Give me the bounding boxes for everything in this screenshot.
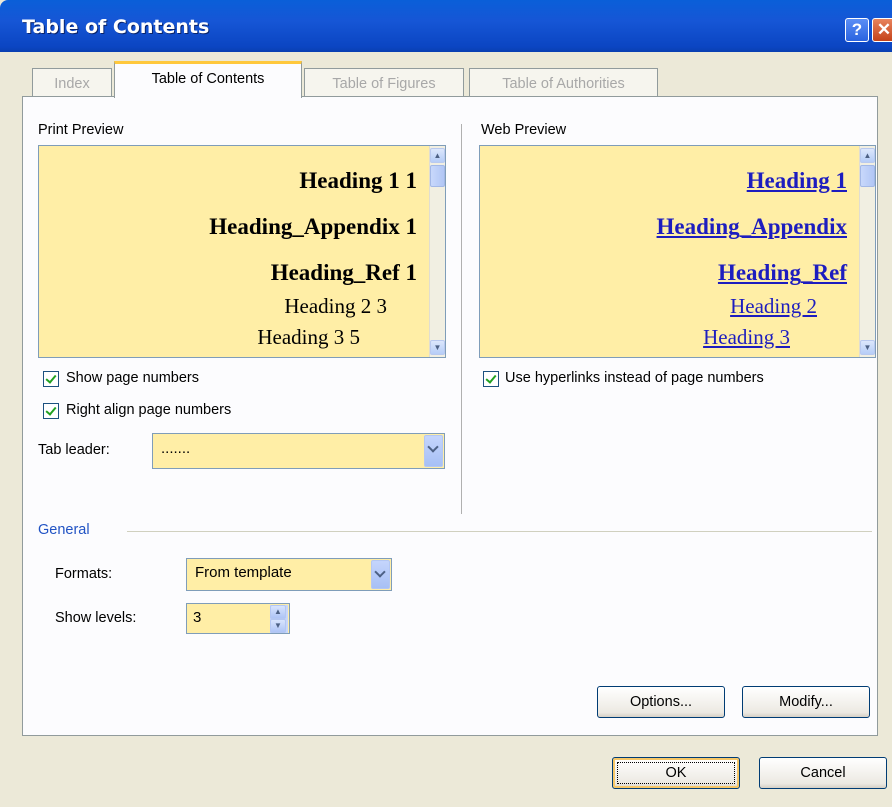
options-button[interactable]: Options... [597,686,725,718]
web-preview-box[interactable]: Heading 1 Heading_Appendix Heading_Ref H… [479,145,876,358]
tab-table-of-contents[interactable]: Table of Contents [114,61,302,98]
spin-up-icon[interactable]: ▲ [270,605,286,619]
use-hyperlinks-label[interactable]: Use hyperlinks instead of page numbers [505,370,764,386]
web-preview-link[interactable]: Heading 1 [747,168,847,194]
options-button-label: Options... [629,694,693,710]
print-preview-line: Heading_Ref 1 [270,260,417,285]
group-divider [127,531,872,532]
spin-buttons[interactable]: ▲ ▼ [270,605,288,633]
tab-table-of-contents-label: Table of Contents [151,71,265,87]
cancel-button-label: Cancel [800,765,846,781]
print-preview-line: Heading_Appendix 1 [209,214,417,239]
tab-table-of-authorities[interactable]: Table of Authorities [469,68,658,98]
general-group-label: General [38,522,90,538]
formats-combo[interactable]: From template [186,558,392,591]
ok-button[interactable]: OK [612,757,740,789]
scroll-down-arrow-icon[interactable]: ▼ [430,340,445,355]
print-preview-line: Heading 1 1 [299,168,417,193]
print-preview-label: Print Preview [38,122,124,138]
show-levels-spinner[interactable]: 3 ▲ ▼ [186,603,290,634]
web-preview-scrollbar[interactable]: ▲ ▼ [859,146,875,357]
table-of-contents-dialog: Table of Contents ? ✕ Index Table of Con… [0,0,892,807]
scroll-thumb[interactable] [860,165,875,187]
print-preview-scrollbar[interactable]: ▲ ▼ [429,146,445,357]
scroll-thumb[interactable] [430,165,445,187]
print-preview-line: Heading 3 5 [257,325,360,349]
tab-index-label: Index [54,76,90,92]
cancel-button[interactable]: Cancel [759,757,887,789]
window-title: Table of Contents [22,16,210,38]
use-hyperlinks-checkbox[interactable] [483,371,499,387]
tab-leader-label: Tab leader: [38,442,110,458]
web-preview-link[interactable]: Heading 3 [703,325,790,350]
chevron-down-icon[interactable] [371,560,390,589]
tab-leader-value: ....... [161,440,191,457]
chevron-down-icon[interactable] [424,435,443,467]
tab-table-of-authorities-label: Table of Authorities [502,76,625,92]
web-preview-link[interactable]: Heading_Appendix [657,214,847,240]
question-mark-icon: ? [851,20,863,39]
web-preview-label: Web Preview [481,122,567,138]
tab-index[interactable]: Index [32,68,112,98]
vertical-divider [461,124,462,514]
show-page-numbers-label[interactable]: Show page numbers [66,370,199,386]
show-page-numbers-checkbox[interactable] [43,371,59,387]
show-levels-label: Show levels: [55,610,137,626]
web-preview-link[interactable]: Heading 2 [730,294,817,319]
scroll-up-arrow-icon[interactable]: ▲ [860,148,875,163]
tab-table-of-figures[interactable]: Table of Figures [304,68,464,98]
show-levels-value: 3 [193,609,202,626]
print-preview-box[interactable]: Heading 1 1 Heading_Appendix 1 Heading_R… [38,145,446,358]
scroll-down-arrow-icon[interactable]: ▼ [860,340,875,355]
web-preview-link[interactable]: Heading_Ref [718,260,847,286]
modify-button-label: Modify... [779,694,833,710]
right-align-checkbox[interactable] [43,403,59,419]
title-bar: Table of Contents ? ✕ [0,0,892,52]
tab-leader-combo[interactable]: ....... [152,433,445,469]
right-align-label[interactable]: Right align page numbers [66,402,231,418]
close-button[interactable]: ✕ [872,18,892,42]
spin-down-icon[interactable]: ▼ [270,619,286,633]
formats-value: From template [195,564,292,581]
modify-button[interactable]: Modify... [742,686,870,718]
print-preview-line: Heading 2 3 [284,294,387,318]
ok-button-label: OK [665,765,687,781]
formats-label: Formats: [55,566,113,582]
close-icon: ✕ [876,20,892,39]
scroll-up-arrow-icon[interactable]: ▲ [430,148,445,163]
help-button[interactable]: ? [845,18,869,42]
tab-table-of-figures-label: Table of Figures [332,76,436,92]
